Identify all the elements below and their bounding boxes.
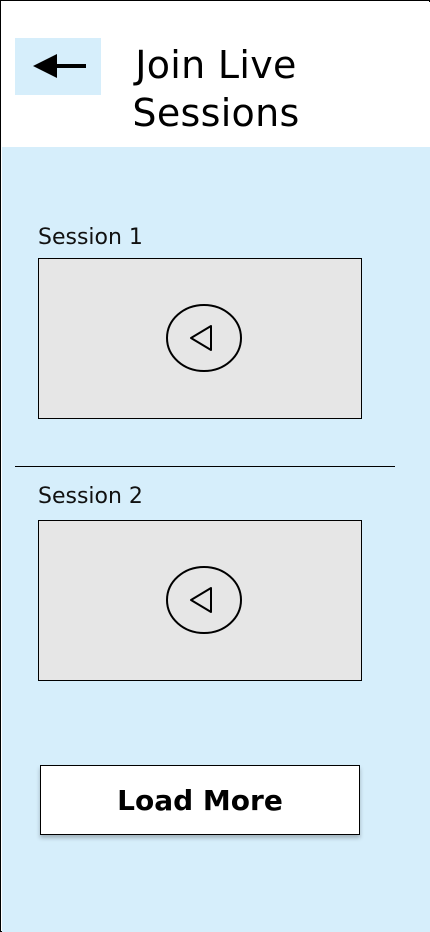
session-1-play-button[interactable] [166, 304, 242, 372]
session-2-video[interactable] [38, 520, 362, 681]
app-frame: Join Live Sessions Session 1 Session 2 L… [0, 0, 430, 932]
arrow-left-icon [33, 54, 86, 78]
play-icon [166, 566, 242, 634]
page-title-line-2: Sessions [132, 91, 300, 135]
session-2-play-button[interactable] [166, 566, 242, 634]
play-icon [166, 304, 242, 372]
session-1-video[interactable] [38, 258, 362, 419]
page-title-line-1: Join Live [135, 43, 297, 87]
page-title: Join Live Sessions [111, 41, 321, 137]
load-more-button[interactable]: Load More [40, 765, 360, 835]
session-1-label: Session 1 [38, 225, 143, 250]
session-divider [15, 466, 395, 467]
back-button[interactable] [15, 38, 101, 95]
session-2-label: Session 2 [38, 484, 143, 509]
